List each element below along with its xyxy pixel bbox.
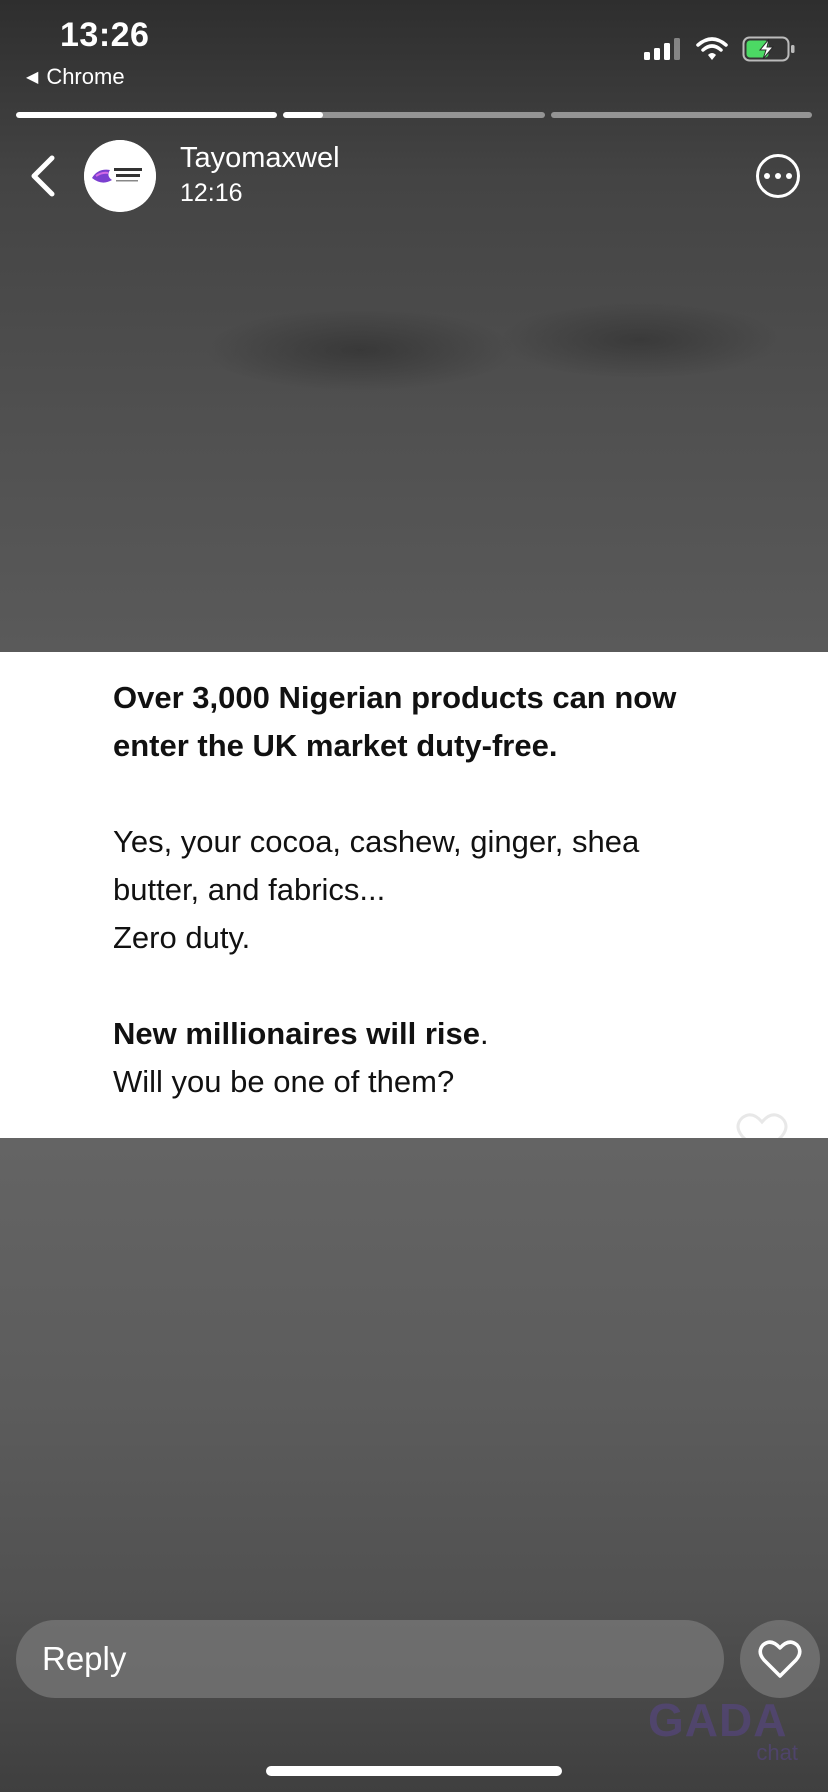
like-button[interactable]	[740, 1620, 820, 1698]
wifi-icon	[696, 37, 728, 60]
headline-line: Over 3,000 Nigerian products can now	[113, 680, 677, 715]
progress-segment	[16, 112, 278, 118]
story-progress	[16, 112, 812, 120]
reply-input[interactable]: Reply	[16, 1620, 724, 1698]
heart-icon	[758, 1640, 802, 1678]
watermark-sub: chat	[756, 1740, 798, 1765]
watermark-logo: GADA chat	[648, 1696, 798, 1766]
back-app-label: Chrome	[46, 64, 125, 89]
watermark-main: GADA	[648, 1694, 788, 1746]
paragraph-line: Zero duty.	[113, 920, 251, 955]
home-indicator[interactable]	[266, 1766, 562, 1776]
status-icons	[644, 36, 796, 62]
closing-bold-text: New millionaires will rise	[113, 1016, 480, 1051]
more-options-button[interactable]	[756, 154, 800, 198]
cellular-signal-icon	[644, 38, 680, 60]
author-name: Tayomaxwel	[180, 142, 340, 174]
progress-segment	[550, 112, 812, 118]
back-button[interactable]	[22, 150, 62, 202]
paragraph-line: butter, and fabrics...	[113, 872, 386, 907]
avatar[interactable]	[84, 140, 156, 212]
back-triangle-icon: ◀	[26, 69, 39, 86]
easycargo-logo-icon	[84, 140, 156, 212]
progress-segment	[283, 112, 545, 118]
heart-outline-icon	[732, 1104, 792, 1138]
story-background-top	[0, 0, 828, 652]
post-time: 12:16	[180, 179, 243, 207]
paragraph-line: Yes, your cocoa, cashew, ginger, shea	[113, 824, 640, 859]
status-time: 13:26	[60, 16, 150, 54]
story-text: Over 3,000 Nigerian products can now ent…	[113, 674, 753, 1106]
closing-period: .	[479, 1016, 489, 1051]
more-dot	[775, 173, 781, 179]
more-dot	[764, 173, 770, 179]
more-dot	[786, 173, 792, 179]
back-to-app-link[interactable]: ◀ Chrome	[26, 64, 125, 90]
closing-question: Will you be one of them?	[113, 1064, 455, 1099]
story-text-card: Over 3,000 Nigerian products can now ent…	[0, 652, 828, 1138]
author-info[interactable]: Tayomaxwel 12:16	[180, 142, 340, 208]
headline-line: enter the UK market duty-free.	[113, 728, 558, 763]
battery-charging-icon	[742, 36, 795, 62]
reply-placeholder: Reply	[42, 1640, 127, 1677]
chevron-left-icon	[31, 155, 55, 197]
